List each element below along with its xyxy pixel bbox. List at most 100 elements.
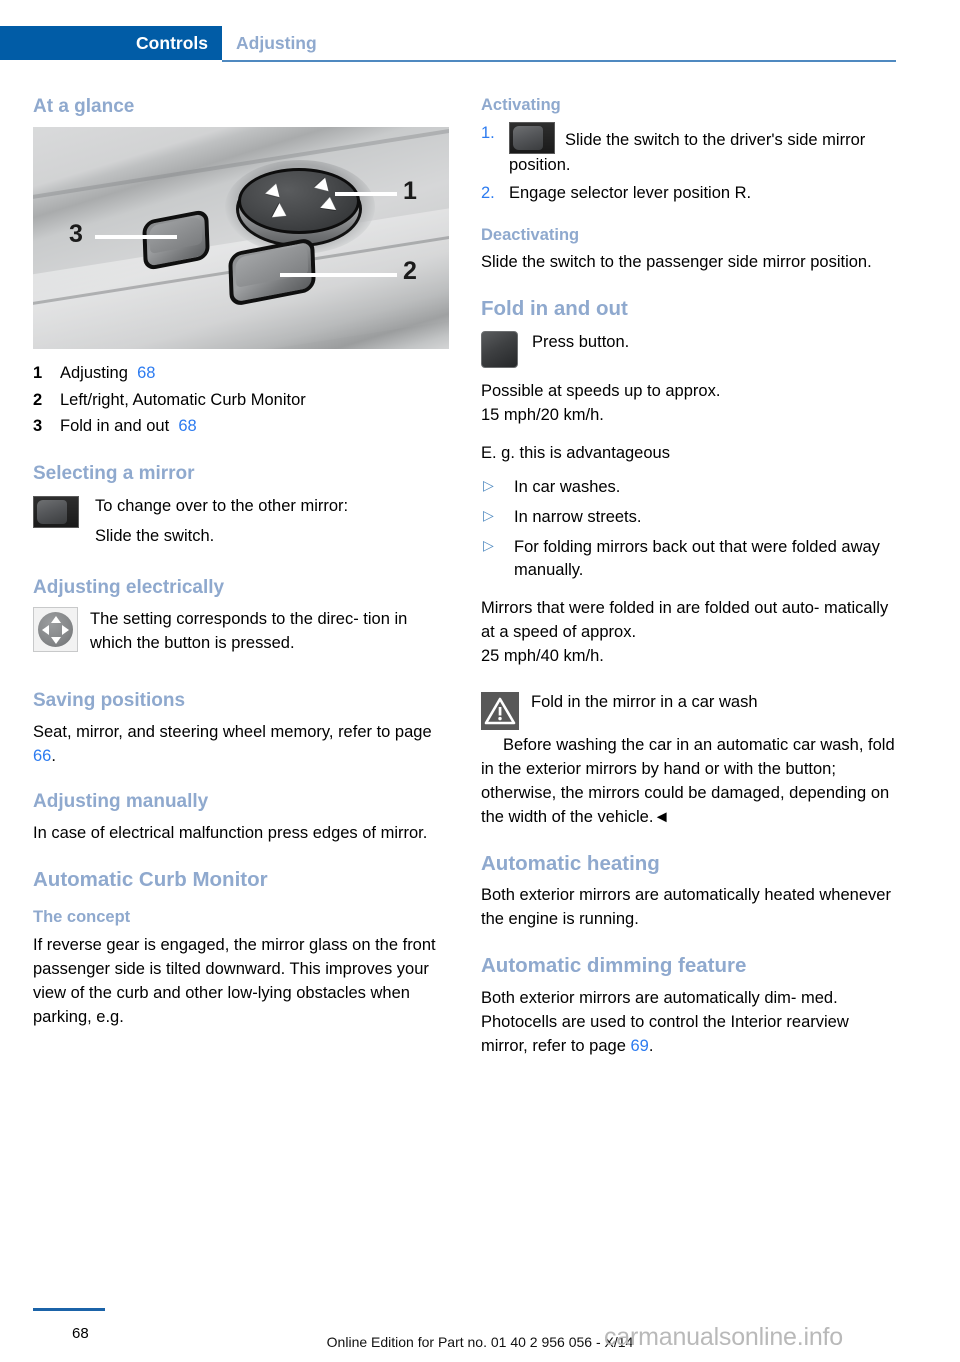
- selecting-mirror-block: To change over to the other mirror: Slid…: [33, 494, 449, 549]
- joystick-arrow-up-icon: [320, 195, 338, 210]
- header-divider: [222, 60, 896, 62]
- heading-adjusting-manually: Adjusting manually: [33, 790, 209, 812]
- heading-automatic-heating: Automatic heating: [481, 851, 660, 875]
- page-reference-link[interactable]: 69: [630, 1037, 648, 1055]
- joystick-control-icon: [238, 167, 360, 234]
- warning-body: Before washing the car in an automatic c…: [481, 736, 895, 826]
- breadcrumb-controls-label: Controls: [136, 32, 208, 53]
- triangle-bullet-icon: ▷: [483, 506, 494, 523]
- footer-divider: [33, 1308, 105, 1311]
- page-reference-link[interactable]: 68: [137, 364, 155, 382]
- selecting-mirror-line1: To change over to the other mirror:: [95, 496, 349, 515]
- heading-saving-positions: Saving positions: [33, 690, 186, 712]
- triangle-bullet-icon: ▷: [483, 476, 494, 493]
- procedure-step-text: Slide the switch to the driver's side mi…: [509, 130, 866, 174]
- heading-automatic-dimming-feature: Automatic dimming feature: [481, 954, 747, 978]
- the-concept-text: If reverse gear is engaged, the mirror g…: [33, 936, 436, 1026]
- slide-switch-icon: [33, 495, 79, 528]
- heading-fold-in-and-out: Fold in and out: [481, 297, 628, 321]
- auto-unfold-text: Mirrors that were folded in are folded o…: [481, 599, 889, 666]
- mirror-controls-illustration: 1 2 3: [33, 126, 449, 349]
- bullet-list-item: ▷ In car washes.: [481, 476, 897, 500]
- legend-number: 3: [33, 417, 43, 436]
- page-reference-link[interactable]: 66: [33, 747, 51, 765]
- callout-number-1: 1: [403, 176, 417, 205]
- dpad-four-way-icon: [33, 607, 78, 653]
- callout-leader-1: [335, 191, 397, 196]
- page-header: Controls Adjusting: [0, 26, 960, 62]
- legend-item: 3 Fold in and out 68: [33, 414, 449, 439]
- breadcrumb-controls[interactable]: Controls: [0, 26, 222, 60]
- callout-leader-2: [280, 272, 397, 277]
- dpad-arrow-left-icon: [42, 625, 49, 636]
- heading-selecting-a-mirror: Selecting a mirror: [33, 463, 195, 485]
- callout-number-2: 2: [403, 256, 417, 285]
- speed-note-text: Possible at speeds up to approx. 15 mph/2…: [481, 381, 721, 424]
- heading-at-a-glance: At a glance: [33, 96, 135, 117]
- bullet-text: In car washes.: [514, 477, 621, 496]
- legend-item: 1 Adjusting 68: [33, 361, 449, 386]
- warning-notice: Fold in the mirror in a car wash Before …: [481, 691, 897, 830]
- eg-line-text: E. g. this is advantageous: [481, 443, 670, 462]
- legend-text: Adjusting 68: [60, 363, 156, 382]
- breadcrumb-adjusting-label: Adjusting: [236, 32, 317, 53]
- warning-end-mark: ◄: [653, 807, 670, 826]
- selecting-mirror-text: To change over to the other mirror: Slid…: [95, 494, 348, 549]
- dpad-arrow-right-icon: [62, 625, 69, 636]
- rocker-switch-face: [235, 243, 309, 288]
- deactivating-text: Slide the switch to the passenger side m…: [481, 253, 872, 272]
- press-button-text: Press button.: [532, 332, 630, 351]
- legend-number: 1: [33, 363, 43, 382]
- heading-activating: Activating: [481, 96, 561, 114]
- bullet-list-item: ▷ In narrow streets.: [481, 506, 897, 530]
- heading-deactivating: Deactivating: [481, 225, 580, 244]
- press-button-block: Press button.: [481, 330, 897, 368]
- heading-automatic-curb-monitor: Automatic Curb Monitor: [33, 867, 268, 891]
- automatic-heating-text: Both exterior mirrors are automatically …: [481, 886, 891, 929]
- adjusting-electrically-text: The setting corresponds to the direc‑ ti…: [90, 610, 408, 653]
- warning-title: Fold in the mirror in a car wash: [531, 693, 758, 712]
- adjusting-manually-text: In case of electrical malfunction press …: [33, 823, 428, 842]
- breadcrumb-adjusting[interactable]: Adjusting: [236, 26, 317, 60]
- bullet-text: In narrow streets.: [514, 507, 642, 526]
- heading-adjusting-electrically: Adjusting electrically: [33, 576, 225, 598]
- bullet-list-item: ▷ For folding mirrors back out that were…: [481, 536, 897, 584]
- callout-number-3: 3: [69, 219, 83, 248]
- bullet-text: For folding mirrors back out that were f…: [514, 537, 880, 580]
- adjusting-electrically-block: The setting corresponds to the direc‑ ti…: [33, 607, 449, 656]
- slide-switch-icon: [509, 121, 555, 154]
- procedure-step: 2. Engage selector lever position R.: [481, 182, 897, 206]
- heading-the-concept: The concept: [33, 908, 131, 927]
- right-column: Activating 1. Slide the switch to the dr…: [481, 96, 897, 1073]
- procedure-step: 1. Slide the switch to the driver's side…: [481, 121, 897, 178]
- procedure-step-number: 2.: [481, 183, 495, 202]
- saving-positions-text: Seat, mirror, and steering wheel memory,…: [33, 723, 432, 766]
- legend-number: 2: [33, 390, 43, 409]
- dpad-arrow-down-icon: [51, 637, 61, 645]
- warning-triangle-icon: [481, 692, 519, 731]
- press-button-icon: [481, 330, 518, 368]
- page-reference-link[interactable]: 68: [178, 417, 196, 435]
- triangle-bullet-icon: ▷: [483, 536, 494, 553]
- legend-text: Fold in and out 68: [60, 417, 197, 436]
- procedure-step-number: 1.: [481, 123, 495, 142]
- watermark-text: carmanualsonline.info: [604, 1323, 844, 1351]
- selecting-mirror-line2: Slide the switch.: [95, 526, 215, 545]
- dpad-arrow-up-icon: [51, 616, 61, 624]
- callout-leader-3: [95, 234, 177, 239]
- left-column: At a glance 1 2 3 1 Adjusting 68 2 Left/…: [33, 96, 449, 1044]
- automatic-dimming-text: Both exterior mirrors are automatically …: [481, 988, 849, 1055]
- warning-header-row: Fold in the mirror in a car wash: [481, 691, 897, 731]
- legend-text: Left/right, Automatic Curb Monitor: [60, 390, 306, 409]
